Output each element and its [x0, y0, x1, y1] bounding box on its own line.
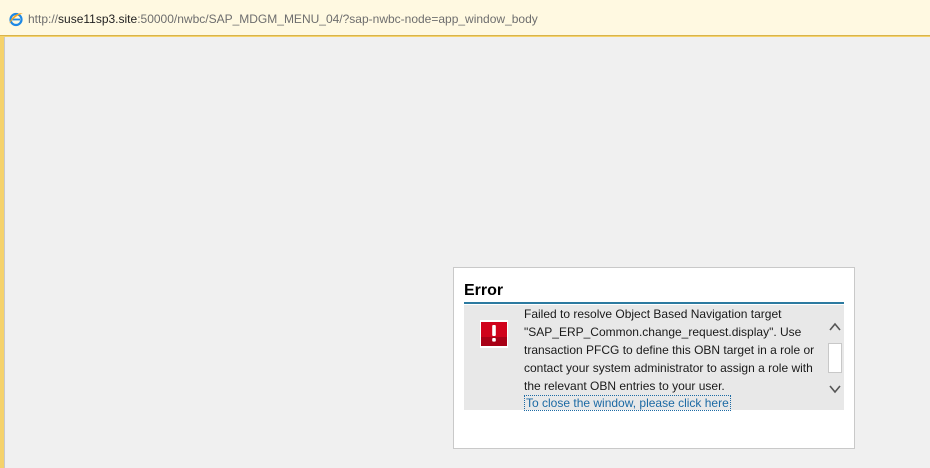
chevron-up-icon[interactable]: [827, 319, 843, 335]
scrollbar-thumb[interactable]: [828, 343, 842, 373]
error-message: Failed to resolve Object Based Navigatio…: [524, 307, 815, 393]
message-panel: Failed to resolve Object Based Navigatio…: [464, 305, 844, 411]
browser-window: http://suse11sp3.site:50000/nwbc/SAP_MDG…: [0, 0, 930, 468]
dialog-title: Error: [464, 282, 504, 299]
error-exclamation-icon: [480, 320, 508, 348]
close-window-link[interactable]: To close the window, please click here: [524, 395, 731, 411]
message-scrollbar[interactable]: [827, 319, 843, 397]
error-dialog: Error Failed to resolve Object Based Nav…: [453, 267, 855, 449]
url-host: suse11sp3.site: [58, 12, 138, 26]
url-text[interactable]: http://suse11sp3.site:50000/nwbc/SAP_MDG…: [28, 11, 538, 27]
title-divider: [464, 302, 844, 304]
chevron-down-icon[interactable]: [827, 381, 843, 397]
url-path: :50000/nwbc/SAP_MDGM_MENU_04/?sap-nwbc-n…: [137, 12, 538, 26]
address-bar[interactable]: http://suse11sp3.site:50000/nwbc/SAP_MDG…: [0, 0, 930, 36]
url-scheme: http://: [28, 12, 59, 26]
ie-logo-icon: [9, 12, 23, 27]
